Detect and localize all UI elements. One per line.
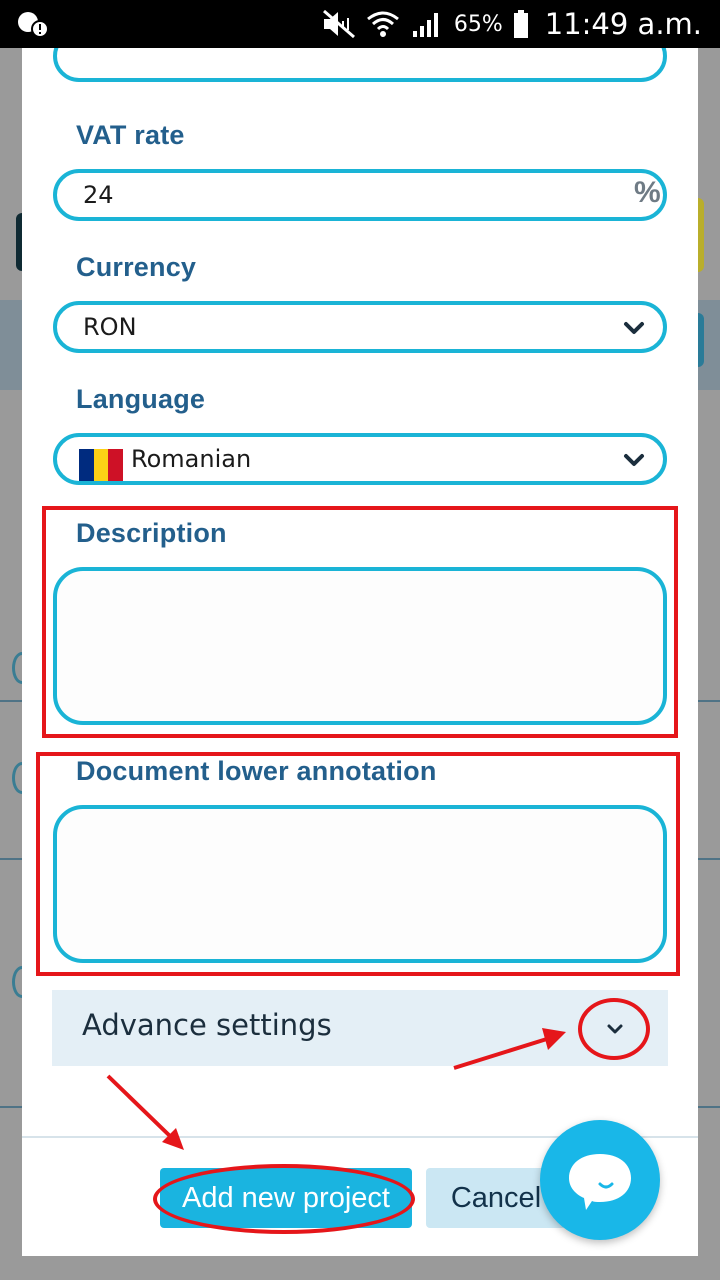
description-label: Description bbox=[76, 518, 227, 548]
vat-rate-input[interactable]: 24 bbox=[53, 169, 667, 221]
chevron-down-icon bbox=[607, 1024, 623, 1034]
battery-icon bbox=[513, 10, 528, 38]
currency-select[interactable]: RON bbox=[53, 301, 667, 353]
language-value: Romanian bbox=[131, 445, 252, 473]
vat-rate-label: VAT rate bbox=[76, 120, 185, 150]
chat-button[interactable] bbox=[540, 1120, 660, 1240]
advance-settings-label: Advance settings bbox=[82, 1008, 332, 1042]
notification-icon bbox=[18, 12, 49, 38]
clock: 11:49 a.m. bbox=[544, 7, 702, 41]
chevron-down-icon bbox=[624, 322, 644, 334]
add-project-modal: VAT rate 24 % Currency RON Language Roma… bbox=[22, 48, 698, 1256]
advance-settings-toggle[interactable]: Advance settings bbox=[52, 990, 668, 1066]
vat-unit: % bbox=[634, 176, 661, 209]
chat-icon bbox=[569, 1154, 631, 1210]
currency-value: RON bbox=[83, 313, 137, 341]
advance-settings-expand-button[interactable] bbox=[578, 998, 650, 1060]
description-textarea[interactable] bbox=[53, 567, 667, 725]
add-button-highlight bbox=[153, 1164, 415, 1234]
lower-annotation-label: Document lower annotation bbox=[76, 756, 437, 786]
mute-icon bbox=[322, 9, 355, 39]
lower-annotation-textarea[interactable] bbox=[53, 805, 667, 963]
chevron-down-icon bbox=[624, 454, 644, 466]
language-select[interactable]: Romanian bbox=[53, 433, 667, 485]
currency-label: Currency bbox=[76, 252, 197, 282]
language-label: Language bbox=[76, 384, 206, 414]
wifi-icon bbox=[366, 11, 399, 37]
previous-field-input[interactable] bbox=[53, 48, 667, 82]
signal-icon bbox=[412, 13, 438, 37]
romania-flag-icon bbox=[79, 449, 124, 481]
battery-percent: 65% bbox=[453, 11, 503, 37]
status-bar: 65% 11:49 a.m. bbox=[0, 0, 720, 48]
